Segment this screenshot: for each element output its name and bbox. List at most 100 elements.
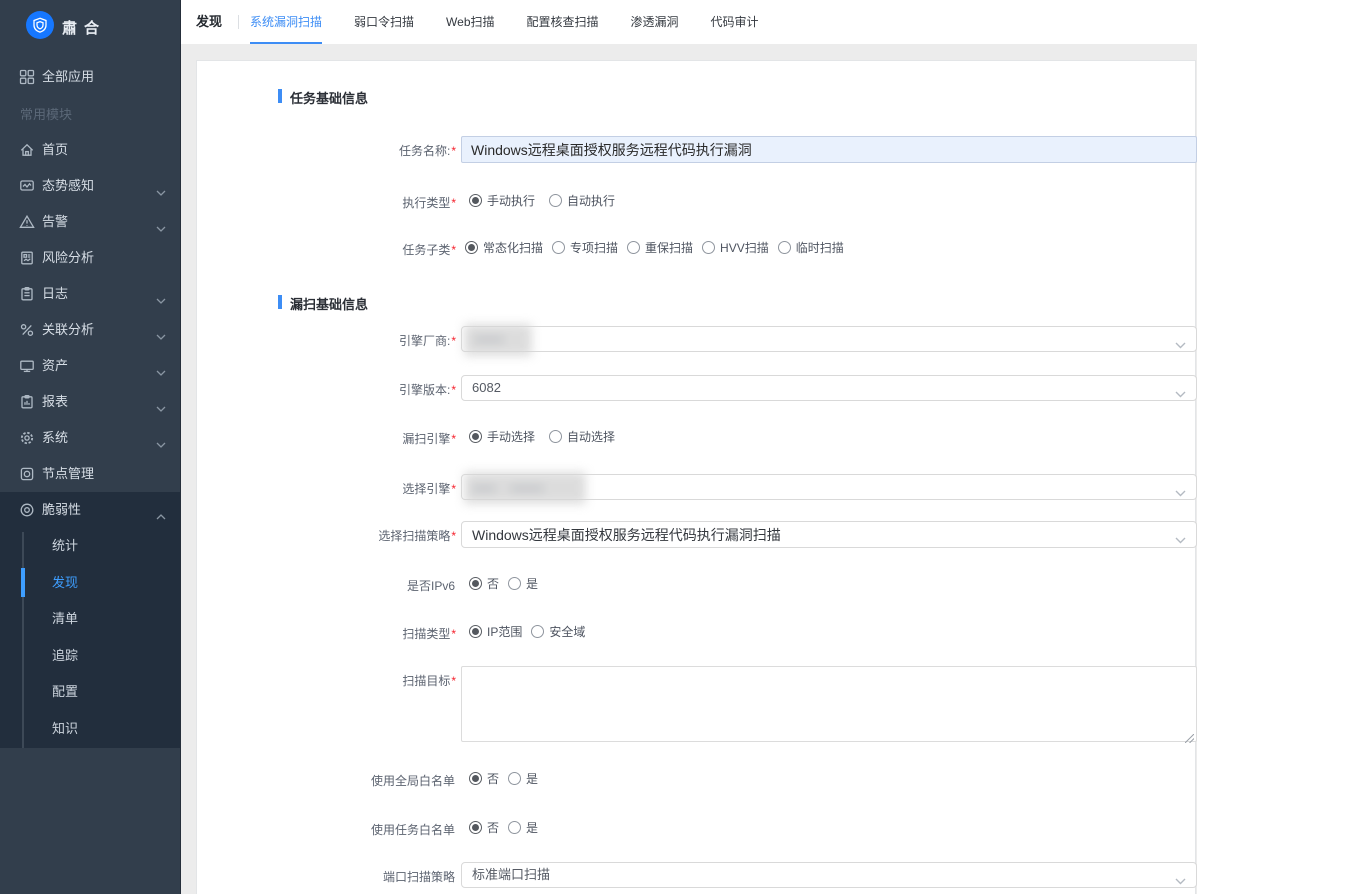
exec-type-radio-group: 手动执行自动执行 [469, 187, 1197, 213]
radio-option[interactable]: 自动执行 [549, 192, 615, 209]
radio-unselected-icon [549, 194, 562, 207]
task-whitelist-radio-group: 否是 [469, 814, 1197, 840]
radio-selected-icon [469, 194, 482, 207]
radio-option[interactable]: HVV扫描 [702, 239, 769, 256]
radio-option[interactable]: 手动选择 [469, 428, 535, 445]
chevron-down-icon [156, 435, 166, 441]
tab-code-audit[interactable]: 代码审计 [711, 0, 759, 44]
section-marker [278, 89, 282, 103]
brand-shield-icon [26, 11, 54, 39]
radio-unselected-icon [508, 772, 521, 785]
sidebar-item-label: 全部应用 [42, 62, 94, 92]
sidebar-item-home[interactable]: 首页 [0, 132, 180, 168]
radio-option[interactable]: 常态化扫描 [465, 239, 543, 256]
radio-option[interactable]: 否 [469, 819, 499, 836]
top-tab-bar: 发现 系统漏洞扫描弱口令扫描 Web扫描配置核查扫描渗透漏洞代码审计 [181, 0, 1361, 44]
radio-option[interactable]: 专项扫描 [552, 239, 618, 256]
radio-unselected-icon [508, 821, 521, 834]
sidebar-subitem-tracking[interactable]: 追踪 [0, 638, 180, 674]
task-name-input[interactable] [461, 136, 1197, 163]
radio-unselected-icon [531, 625, 544, 638]
chevron-down-icon [156, 363, 166, 369]
sidebar: 肅合 全部应用 常用模块 首页态势感知告警风险分析日志关联分析资产报表系统节点管… [0, 0, 181, 894]
radio-option[interactable]: 自动选择 [549, 428, 615, 445]
content-background: 任务基础信息 任务名称:* 执行类型* 手动执行自动执行 任务子类* 常态化扫描… [181, 44, 1197, 894]
sidebar-item-assets[interactable]: 资产 [0, 348, 180, 384]
scan-type-radio-group: IP范围安全域 [469, 618, 1197, 644]
sidebar-item-risk-analysis[interactable]: 风险分析 [0, 240, 180, 276]
section-marker [278, 295, 282, 309]
risk-doc-icon [19, 250, 35, 266]
sidebar-item-system[interactable]: 系统 [0, 420, 180, 456]
radio-option[interactable]: 否 [469, 575, 499, 592]
sidebar-item-vulnerability[interactable]: 脆弱性 [0, 492, 180, 528]
chevron-down-icon [1175, 872, 1186, 879]
radio-unselected-icon [552, 241, 565, 254]
sidebar-subitem-statistics[interactable]: 统计 [0, 528, 180, 564]
tab-penetration-vuln[interactable]: 渗透漏洞 [631, 0, 679, 44]
chevron-down-icon [156, 219, 166, 225]
sidebar-subitem-configuration[interactable]: 配置 [0, 674, 180, 710]
engine-version-select[interactable]: 6082 [461, 375, 1197, 401]
tab-system-vuln-scan[interactable]: 系统漏洞扫描 [250, 0, 322, 44]
page-title: 发现 [196, 0, 222, 44]
radio-option[interactable]: 是 [508, 819, 538, 836]
task-subtype-radio-group: 常态化扫描专项扫描重保扫描 HVV扫描临时扫描 [465, 234, 1197, 260]
sidebar-item-node-management[interactable]: 节点管理 [0, 456, 180, 492]
report-doc-icon [19, 394, 35, 410]
scan-policy-select[interactable]: Windows远程桌面授权服务远程代码执行漏洞扫描 [461, 521, 1197, 548]
chevron-down-icon [1175, 336, 1186, 343]
chevron-down-icon [1175, 531, 1186, 538]
form-panel: 任务基础信息 任务名称:* 执行类型* 手动执行自动执行 任务子类* 常态化扫描… [196, 60, 1196, 894]
home-icon [19, 142, 35, 158]
radio-option[interactable]: 否 [469, 770, 499, 787]
radio-option[interactable]: 手动执行 [469, 192, 535, 209]
radio-selected-icon [469, 577, 482, 590]
scan-target-textarea[interactable] [461, 666, 1197, 742]
radio-selected-icon [469, 430, 482, 443]
radio-unselected-icon [778, 241, 791, 254]
radio-option[interactable]: 重保扫描 [627, 239, 693, 256]
port-policy-select[interactable]: 标准端口扫描 [461, 862, 1197, 888]
radio-option[interactable]: 是 [508, 575, 538, 592]
sidebar-item-correlation-analysis[interactable]: 关联分析 [0, 312, 180, 348]
sidebar-item-logs[interactable]: 日志 [0, 276, 180, 312]
sidebar-subitem-inventory[interactable]: 清单 [0, 601, 180, 637]
engine-vendor-select[interactable] [461, 326, 1197, 352]
radio-unselected-icon [702, 241, 715, 254]
node-box-icon [19, 466, 35, 482]
sidebar-subitem-knowledge[interactable]: 知识 [0, 711, 180, 747]
monitor-wave-icon [19, 178, 35, 194]
radio-unselected-icon [627, 241, 640, 254]
clipboard-icon [19, 286, 35, 302]
sidebar-item-situation-awareness[interactable]: 态势感知 [0, 168, 180, 204]
radio-option[interactable]: 临时扫描 [778, 239, 844, 256]
radio-selected-icon [469, 625, 482, 638]
tab-config-check-scan[interactable]: 配置核查扫描 [527, 0, 599, 44]
target-icon [19, 502, 35, 518]
percent-link-icon [19, 322, 35, 338]
chevron-down-icon [156, 183, 166, 189]
ipv6-radio-group: 否是 [469, 570, 1197, 596]
sidebar-item-all-apps[interactable]: 全部应用 [0, 62, 180, 92]
radio-option[interactable]: 安全域 [531, 623, 585, 640]
radio-selected-icon [465, 241, 478, 254]
select-engine-select[interactable] [461, 474, 1197, 500]
radio-option[interactable]: IP范围 [469, 623, 522, 640]
monitor-icon [19, 358, 35, 374]
section-title-scan-info: 漏扫基础信息 [290, 294, 368, 313]
sidebar-item-reports[interactable]: 报表 [0, 384, 180, 420]
radio-option[interactable]: 是 [508, 770, 538, 787]
grid-icon [19, 69, 35, 85]
sidebar-subitem-discovery[interactable]: 发现 [0, 565, 180, 601]
alert-triangle-icon [19, 214, 35, 230]
chevron-down-icon [156, 291, 166, 297]
sidebar-item-alerts[interactable]: 告警 [0, 204, 180, 240]
tab-web-scan[interactable]: Web扫描 [446, 0, 494, 44]
chevron-down-icon [156, 327, 166, 333]
chevron-down-icon [1175, 484, 1186, 491]
radio-selected-icon [469, 821, 482, 834]
tab-weak-password-scan[interactable]: 弱口令扫描 [354, 0, 414, 44]
title-separator [238, 15, 239, 29]
redacted-vendor-value [464, 324, 532, 356]
